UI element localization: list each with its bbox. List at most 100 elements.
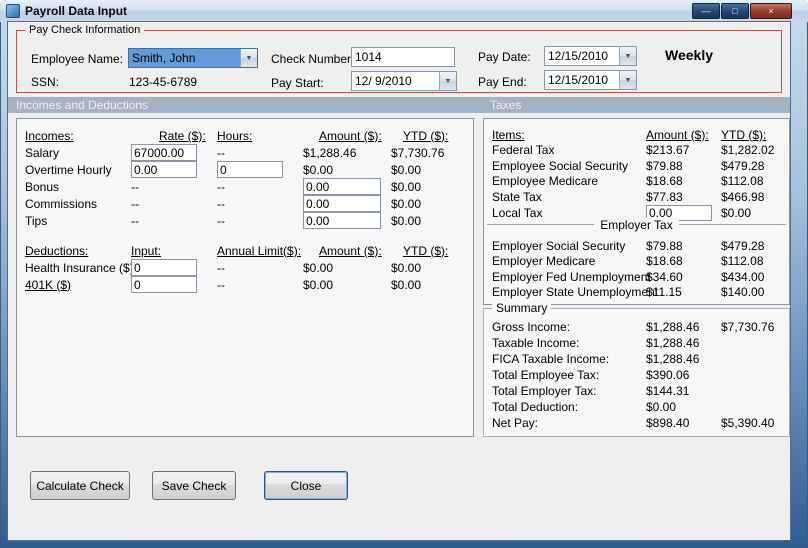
incomes-panel: Incomes: Rate ($): Hours: Amount ($): YT…: [16, 118, 474, 437]
employee-medicare-label: Employee Medicare: [492, 174, 599, 189]
pay-end-picker[interactable]: 12/15/2010 ▼: [544, 70, 637, 90]
state-tax-ytd: $466.98: [721, 189, 765, 204]
health-insurance-input[interactable]: [131, 259, 197, 276]
employee-ss-label: Employee Social Security: [492, 158, 629, 173]
k401-amount: $0.00: [303, 277, 334, 292]
titlebar[interactable]: Payroll Data Input — □ ×: [0, 0, 808, 22]
bonus-rate: --: [131, 179, 139, 194]
taxes-panel: Items: Amount ($): YTD ($): Federal Tax …: [483, 118, 790, 305]
federal-tax-row: Federal Tax $213.67 $1,282.02: [484, 143, 789, 159]
tips-rate: --: [131, 213, 139, 228]
overtime-hours-input[interactable]: [217, 161, 283, 178]
salary-hours: --: [217, 145, 225, 160]
calculate-check-button[interactable]: Calculate Check: [30, 471, 130, 500]
employer-fed-unemployment-row: Employer Fed Unemployment $34.60 $434.00: [484, 269, 789, 285]
pay-start-value: 12/ 9/2010: [355, 74, 412, 88]
summary-group-label: Summary: [492, 301, 552, 315]
state-tax-row: State Tax $77.83 $466.98: [484, 189, 789, 205]
incomes-col-amount: Amount ($):: [319, 128, 382, 143]
net-pay-amount: $898.40: [646, 416, 690, 430]
taxes-col-items: Items:: [492, 127, 525, 142]
employer-state-unemployment-ytd: $140.00: [721, 285, 765, 300]
health-insurance-row: Health Insurance ($) -- $0.00 $0.00: [17, 259, 473, 276]
incomes-col-ytd: YTD ($):: [403, 128, 449, 143]
commissions-rate: --: [131, 196, 139, 211]
paycheck-info-group: Pay Check Information Employee Name: Smi…: [16, 24, 782, 93]
employee-medicare-ytd: $112.08: [721, 174, 764, 189]
total-deduction-amount: $0.00: [646, 400, 677, 414]
k401-input[interactable]: [131, 276, 197, 293]
employee-ss-amount: $79.88: [646, 158, 683, 173]
overtime-label: Overtime Hourly: [25, 162, 112, 177]
commissions-amount-input[interactable]: [303, 195, 381, 212]
bonus-label: Bonus: [25, 179, 60, 194]
deductions-col-items: Deductions:: [25, 243, 89, 258]
tips-label: Tips: [25, 213, 48, 228]
employee-ss-row: Employee Social Security $79.88 $479.28: [484, 158, 789, 174]
gross-income-amount: $1,288.46: [646, 320, 700, 334]
employer-medicare-row: Employer Medicare $18.68 $112.08: [484, 254, 789, 270]
employee-medicare-row: Employee Medicare $18.68 $112.08: [484, 174, 789, 190]
employer-ss-amount: $79.88: [646, 238, 683, 253]
employer-tax-divider: Employer Tax: [487, 218, 786, 238]
k401-ytd: $0.00: [391, 277, 422, 292]
dialog-body: Pay Check Information Employee Name: Smi…: [8, 22, 790, 540]
overtime-amount: $0.00: [303, 162, 334, 177]
deductions-header-row: Deductions: Input: Annual Limit($): Amou…: [17, 242, 473, 259]
salary-ytd: $7,730.76: [391, 145, 445, 160]
check-number-input[interactable]: [351, 47, 455, 67]
deductions-col-amount: Amount ($):: [319, 243, 382, 258]
chevron-down-icon[interactable]: ▼: [439, 72, 456, 90]
employer-fed-unemployment-ytd: $434.00: [721, 269, 765, 284]
total-employer-tax-amount: $144.31: [646, 384, 690, 398]
minimize-button[interactable]: —: [692, 3, 720, 19]
salary-amount: $1,288.46: [303, 145, 357, 160]
pay-start-label: Pay Start:: [271, 76, 324, 90]
overtime-rate-input[interactable]: [131, 161, 197, 178]
bonus-amount-input[interactable]: [303, 178, 381, 195]
gross-income-label: Gross Income:: [492, 320, 571, 334]
summary-group: Summary Gross Income: $1,288.46 $7,730.7…: [483, 301, 790, 437]
app-icon: [6, 4, 20, 18]
employer-fed-unemployment-amount: $34.60: [646, 269, 683, 284]
overtime-ytd: $0.00: [391, 162, 422, 177]
maximize-icon: □: [732, 5, 738, 16]
pay-frequency-label: Weekly: [665, 47, 713, 63]
chevron-down-icon[interactable]: ▼: [619, 47, 636, 65]
k401-row: 401K ($) -- $0.00 $0.00: [17, 276, 473, 293]
tips-hours: --: [217, 213, 225, 228]
health-insurance-amount: $0.00: [303, 260, 334, 275]
chevron-down-icon[interactable]: ▼: [240, 49, 257, 67]
employer-ss-label: Employer Social Security: [492, 238, 626, 253]
incomes-col-items: Incomes:: [25, 128, 74, 143]
employer-ss-ytd: $479.28: [721, 238, 765, 253]
paycheck-group-label: Pay Check Information: [25, 24, 145, 36]
ssn-label: SSN:: [31, 75, 60, 89]
employee-name-combobox[interactable]: Smith, John ▼: [128, 48, 258, 68]
bonus-row: Bonus -- -- $0.00: [17, 178, 473, 195]
commissions-ytd: $0.00: [391, 196, 422, 211]
taxes-header-row: Items: Amount ($): YTD ($):: [484, 127, 789, 143]
chevron-down-icon[interactable]: ▼: [619, 71, 636, 89]
state-tax-label: State Tax: [492, 189, 542, 204]
pay-date-label: Pay Date:: [478, 50, 531, 64]
overtime-row: Overtime Hourly $0.00 $0.00: [17, 161, 473, 178]
incomes-section-header: Incomes and Deductions: [16, 98, 149, 112]
deductions-col-input: Input:: [131, 243, 162, 258]
close-window-button[interactable]: ×: [750, 3, 792, 19]
net-pay-label: Net Pay:: [492, 416, 539, 430]
tips-amount-input[interactable]: [303, 212, 381, 229]
salary-label: Salary: [25, 145, 60, 160]
save-check-button[interactable]: Save Check: [152, 471, 236, 500]
pay-date-picker[interactable]: 12/15/2010 ▼: [544, 46, 637, 66]
gross-income-ytd: $7,730.76: [721, 320, 775, 334]
net-pay-ytd: $5,390.40: [721, 416, 775, 430]
maximize-button[interactable]: □: [721, 3, 749, 19]
close-button[interactable]: Close: [264, 471, 348, 500]
salary-rate-input[interactable]: [131, 144, 197, 161]
k401-limit: --: [217, 277, 225, 292]
employer-medicare-label: Employer Medicare: [492, 254, 596, 269]
incomes-col-hours: Hours:: [217, 128, 253, 143]
pay-start-picker[interactable]: 12/ 9/2010 ▼: [351, 71, 457, 91]
